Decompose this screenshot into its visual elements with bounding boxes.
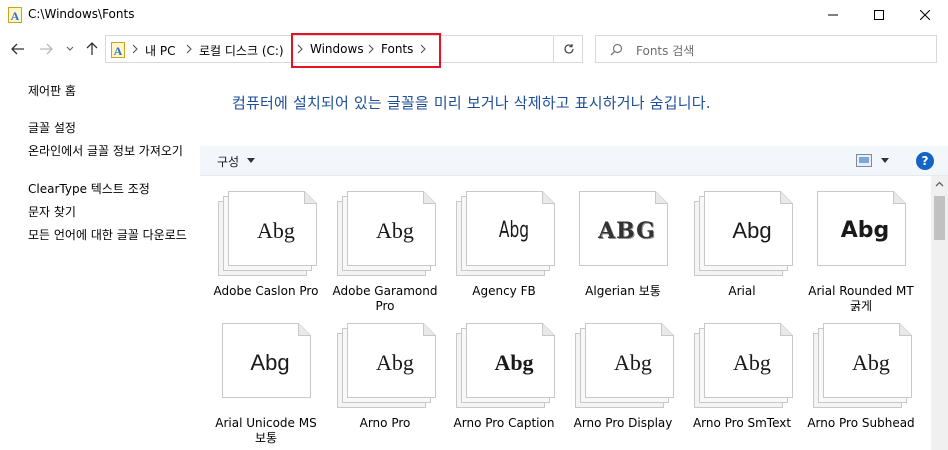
organize-button[interactable]: 구성 bbox=[217, 153, 239, 170]
font-tile[interactable]: Abg Adobe Caslon Pro bbox=[210, 182, 322, 312]
font-sample-text: Abg bbox=[498, 218, 530, 243]
font-tile[interactable]: Abg Arno Pro SmText bbox=[686, 314, 798, 444]
font-sample-text: Abg bbox=[732, 218, 772, 243]
search-icon bbox=[610, 43, 623, 56]
font-tile[interactable]: ABG Algerian 보통 bbox=[567, 182, 679, 312]
arrow-right-icon bbox=[40, 43, 53, 55]
font-sample-text: Abg bbox=[840, 218, 890, 243]
minimize-button[interactable] bbox=[810, 0, 856, 30]
font-name-label: Adobe Caslon Pro bbox=[213, 284, 319, 298]
page-description: 컴퓨터에 설치되어 있는 글꼴을 미리 보거나 삭제하고 표시하거나 숨깁니다. bbox=[232, 94, 711, 112]
search-input[interactable]: Fonts 검색 bbox=[595, 35, 937, 63]
arrow-left-icon bbox=[11, 43, 24, 55]
font-sample-text: Abg bbox=[852, 350, 890, 375]
title-bar: A C:\Windows\Fonts bbox=[0, 0, 948, 30]
font-name-label: Arno Pro SmText bbox=[692, 416, 792, 430]
chevron-right-icon bbox=[132, 44, 138, 54]
font-name-label: Arno Pro bbox=[359, 416, 411, 430]
maximize-button[interactable] bbox=[856, 0, 902, 30]
refresh-button[interactable] bbox=[553, 35, 583, 63]
breadcrumb-local-disk[interactable]: 로컬 디스크 (C:) bbox=[199, 42, 284, 59]
font-tile[interactable]: Abg Arial Rounded MT 굵게 bbox=[805, 182, 917, 313]
font-name-label: Arial Rounded MT 굵게 bbox=[808, 284, 914, 313]
download-all-fonts-link[interactable]: 모든 언어에 대한 글꼴 다운로드 bbox=[28, 228, 193, 243]
font-tile[interactable]: Abg Arial bbox=[686, 182, 798, 312]
control-panel-home-link[interactable]: 제어판 홈 bbox=[28, 84, 198, 99]
scrollbar-thumb[interactable] bbox=[934, 196, 945, 240]
back-button[interactable] bbox=[8, 38, 28, 60]
chevron-down-icon bbox=[66, 46, 74, 51]
scroll-up-icon[interactable] bbox=[935, 181, 944, 187]
get-font-info-online-link[interactable]: 온라인에서 글꼴 정보 가져오기 bbox=[28, 144, 193, 159]
arrow-up-icon bbox=[86, 42, 98, 55]
caret-down-icon[interactable] bbox=[881, 158, 889, 163]
font-name-label: Adobe Garamond Pro bbox=[332, 284, 438, 313]
view-options-icon[interactable] bbox=[856, 154, 872, 167]
font-sample-text: ABG bbox=[598, 218, 656, 244]
font-settings-link[interactable]: 글꼴 설정 bbox=[28, 121, 198, 136]
font-tile[interactable]: Abg Arno Pro bbox=[329, 314, 441, 444]
font-name-label: Arno Pro Subhead bbox=[807, 416, 915, 430]
close-icon bbox=[920, 10, 930, 20]
left-pane: 제어판 홈 글꼴 설정 온라인에서 글꼴 정보 가져오기 ClearType 텍… bbox=[0, 68, 200, 450]
window-title: C:\Windows\Fonts bbox=[28, 7, 135, 21]
font-name-label: Arno Pro Display bbox=[573, 416, 673, 430]
maximize-icon bbox=[874, 10, 884, 20]
font-grid: Abg Adobe Caslon Pro Abg Adobe Garamond Pro… bbox=[210, 178, 930, 450]
command-bar: 구성 ? bbox=[200, 146, 948, 176]
breadcrumb-my-pc[interactable]: 내 PC bbox=[145, 42, 175, 59]
search-placeholder: Fonts 검색 bbox=[636, 44, 695, 58]
font-sample-text: Abg bbox=[376, 218, 414, 243]
font-name-label: Algerian 보통 bbox=[585, 284, 661, 298]
font-name-label: Arno Pro Caption bbox=[453, 416, 555, 430]
vertical-scrollbar[interactable] bbox=[931, 176, 948, 450]
font-sample-text: Abg bbox=[614, 350, 652, 375]
svg-text:A: A bbox=[114, 44, 123, 58]
font-name-label: Arial bbox=[728, 284, 756, 298]
font-sample-text: Abg bbox=[733, 350, 771, 375]
cleartype-adjust-link[interactable]: ClearType 텍스트 조정 bbox=[28, 182, 198, 197]
help-button[interactable]: ? bbox=[916, 152, 934, 170]
forward-button[interactable] bbox=[36, 38, 56, 60]
font-sample-text: Abg bbox=[250, 350, 290, 375]
font-tile[interactable]: Abg Adobe Garamond Pro bbox=[329, 182, 441, 313]
find-character-link[interactable]: 문자 찾기 bbox=[28, 205, 198, 220]
caret-down-icon[interactable] bbox=[247, 158, 255, 163]
highlight-box bbox=[291, 33, 441, 68]
font-tile[interactable]: Abg Arial Unicode MS 보통 bbox=[210, 314, 322, 445]
font-name-label: Agency FB bbox=[472, 284, 536, 298]
font-tile[interactable]: Abg Arno Pro Caption bbox=[448, 314, 560, 444]
refresh-icon bbox=[563, 44, 574, 54]
font-name-label: Arial Unicode MS 보통 bbox=[215, 416, 317, 445]
recent-locations-button[interactable] bbox=[62, 38, 78, 60]
fonts-folder-icon: A bbox=[8, 7, 22, 23]
font-tile[interactable]: Abg Agency FB bbox=[448, 182, 560, 312]
fonts-folder-icon: A bbox=[111, 42, 125, 58]
font-sample-text: Abg bbox=[494, 350, 534, 375]
font-tile[interactable]: Abg Arno Pro Display bbox=[567, 314, 679, 444]
font-sample-text: Abg bbox=[257, 218, 295, 243]
minimize-icon bbox=[828, 14, 838, 16]
svg-text:A: A bbox=[11, 9, 20, 23]
up-button[interactable] bbox=[82, 38, 102, 60]
chevron-right-icon[interactable] bbox=[185, 44, 193, 54]
close-button[interactable] bbox=[902, 0, 948, 30]
font-sample-text: Abg bbox=[376, 350, 414, 375]
font-tile[interactable]: Abg Arno Pro Subhead bbox=[805, 314, 917, 444]
